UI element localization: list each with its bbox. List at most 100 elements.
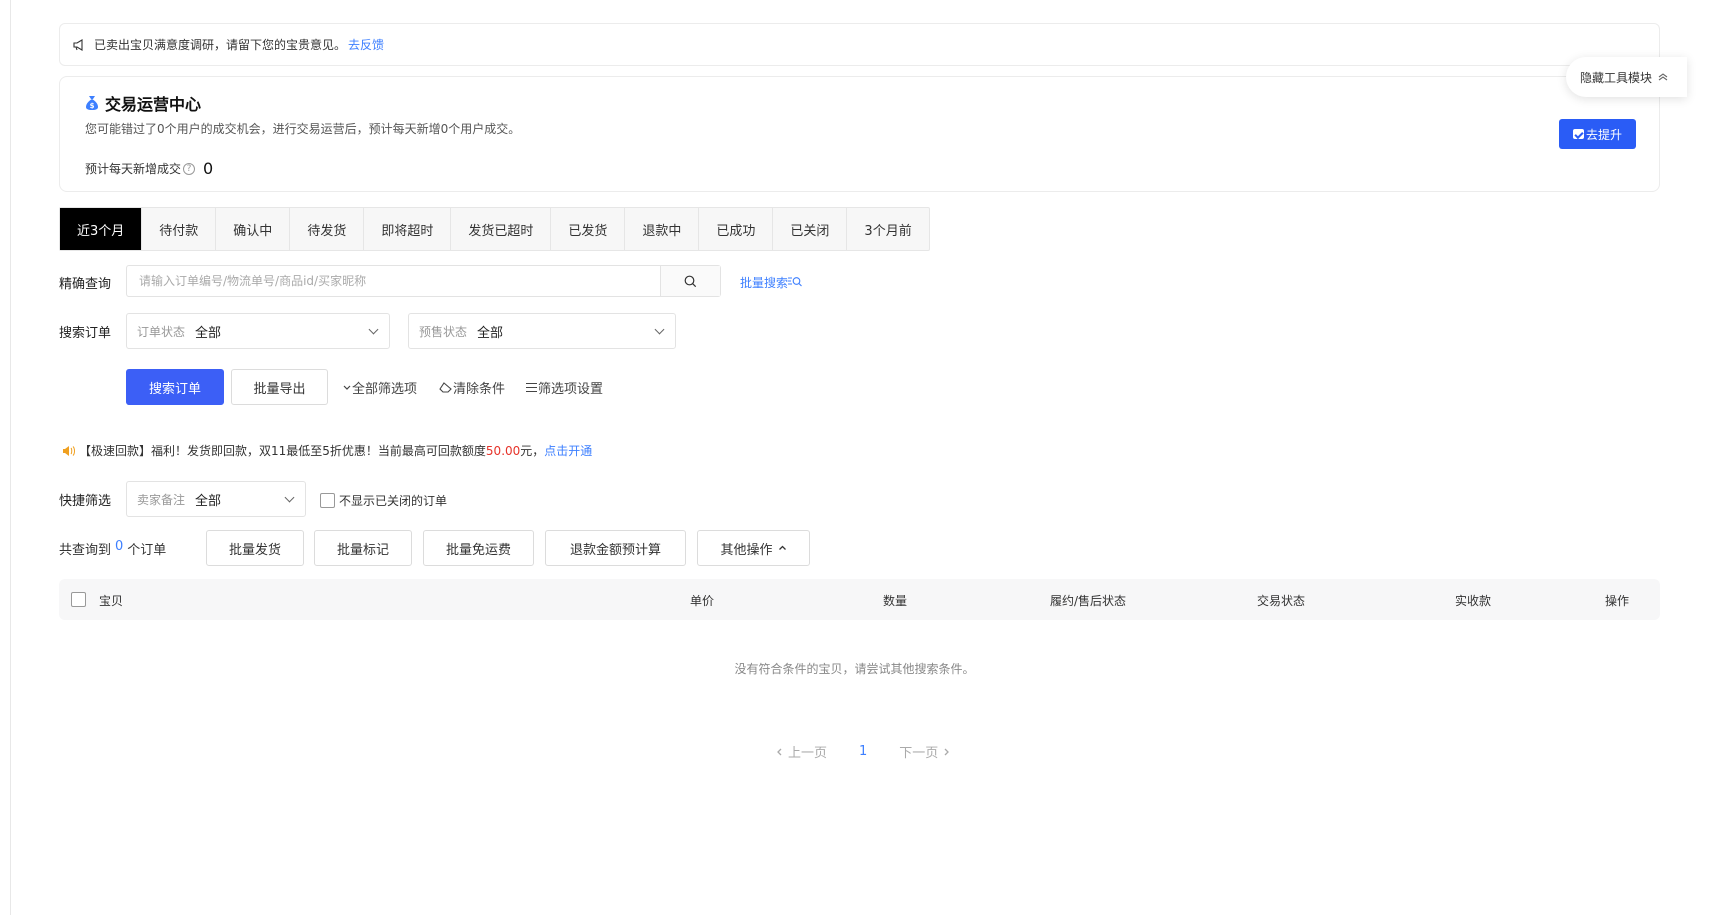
tab-pending-payment[interactable]: 待付款 xyxy=(142,208,217,250)
hide-tools-toggle[interactable]: 隐藏工具模块 xyxy=(1566,57,1687,97)
eraser-icon xyxy=(439,381,452,393)
order-table-header: 宝贝 单价 数量 履约/售后状态 交易状态 实收款 操作 xyxy=(59,579,1660,620)
pagination: 上一页 1 下一页 xyxy=(776,742,950,761)
chevron-down-icon xyxy=(654,324,665,334)
presale-status-prefix: 预售状态 xyxy=(419,324,468,339)
next-page-label: 下一页 xyxy=(899,746,939,761)
svg-text:$: $ xyxy=(90,102,95,110)
results-count-value: 0 xyxy=(115,539,124,554)
chevron-down-icon xyxy=(368,324,379,334)
hide-tools-chevron-up-icon xyxy=(1658,73,1668,81)
other-actions-button[interactable]: 其他操作 xyxy=(697,530,810,566)
search-button[interactable] xyxy=(660,266,720,296)
order-status-select[interactable]: 订单状态 全部 xyxy=(126,313,390,349)
ops-title: $ 交易运营中心 xyxy=(85,91,201,115)
trade-ops-center-card: $ 交易运营中心 您可能错过了0个用户的成交机会，进行交易运营后，预计每天新增0… xyxy=(59,76,1660,192)
improve-button[interactable]: 去提升 xyxy=(1559,119,1636,149)
chevron-left-icon xyxy=(777,748,782,755)
batch-search-icon xyxy=(788,277,802,287)
promo-amount: 50.00 xyxy=(485,443,521,458)
improve-button-label: 去提升 xyxy=(1585,127,1622,142)
results-prefix: 共查询到 xyxy=(59,543,112,558)
batch-search-label: 批量搜索 xyxy=(740,276,789,290)
hide-closed-label: 不显示已关闭的订单 xyxy=(339,494,448,508)
col-trade-status: 交易状态 xyxy=(1257,594,1306,608)
quick-filter-label: 快捷筛选 xyxy=(59,494,112,509)
results-count: 共查询到 0 个订单 xyxy=(59,539,166,558)
order-status-prefix: 订单状态 xyxy=(137,324,186,339)
tab-closed[interactable]: 已关闭 xyxy=(773,208,848,250)
col-unit-price: 单价 xyxy=(690,594,715,608)
promo-activate-link[interactable]: 点击开通 xyxy=(544,442,592,459)
prev-page-button[interactable]: 上一页 xyxy=(776,742,827,761)
money-bag-icon: $ xyxy=(86,96,98,110)
clear-conditions-label: 清除条件 xyxy=(453,382,506,397)
col-fulfillment-status: 履约/售后状态 xyxy=(1050,594,1127,608)
tab-about-to-timeout[interactable]: 即将超时 xyxy=(364,208,452,250)
filter-settings-button[interactable]: 筛选项设置 xyxy=(525,378,603,397)
speaker-icon xyxy=(63,445,75,456)
ops-metric: 预计每天新增成交 ? 0 xyxy=(85,159,213,178)
tab-recent-3-months[interactable]: 近3个月 xyxy=(60,208,143,250)
presale-status-value: 全部 xyxy=(477,325,504,341)
all-filters-label: 全部筛选项 xyxy=(352,382,418,397)
other-actions-label: 其他操作 xyxy=(720,542,773,558)
seller-note-select[interactable]: 卖家备注 全部 xyxy=(126,481,306,517)
select-all-checkbox[interactable] xyxy=(71,592,86,607)
megaphone-icon xyxy=(73,38,83,51)
search-icon xyxy=(684,275,697,287)
col-item: 宝贝 xyxy=(99,594,124,608)
chevron-right-icon xyxy=(944,748,950,755)
tab-older-than-3-months[interactable]: 3个月前 xyxy=(847,208,928,250)
promo-prefix: 【极速回款】福利！发货即回款，双11最低至5折优惠！当前最高可回款额度 xyxy=(79,444,486,458)
batch-free-shipping-button[interactable]: 批量免运费 xyxy=(423,530,534,566)
ops-metric-value: 0 xyxy=(203,159,214,178)
batch-export-button[interactable]: 批量导出 xyxy=(231,369,328,405)
order-status-tabs: 近3个月 待付款 确认中 待发货 即将超时 发货已超时 已发货 退款中 已成功 … xyxy=(59,207,930,251)
promo-suffix: 元， xyxy=(520,444,545,458)
hide-tools-label: 隐藏工具模块 xyxy=(1580,70,1653,85)
col-actions: 操作 xyxy=(1605,594,1630,608)
batch-ship-button[interactable]: 批量发货 xyxy=(206,530,304,566)
ops-description: 您可能错过了0个用户的成交机会，进行交易运营后，预计每天新增0个用户成交。 xyxy=(85,122,521,136)
survey-feedback-link[interactable]: 去反馈 xyxy=(348,36,384,53)
tab-confirming[interactable]: 确认中 xyxy=(216,208,291,250)
tab-shipped[interactable]: 已发货 xyxy=(551,208,626,250)
col-quantity: 数量 xyxy=(883,594,908,608)
fast-payback-promo: 【极速回款】福利！发货即回款，双11最低至5折优惠！当前最高可回款额度 50.0… xyxy=(62,442,592,459)
exact-search-input[interactable] xyxy=(127,266,660,296)
trend-icon xyxy=(1572,129,1584,139)
survey-notice: 已卖出宝贝满意度调研，请留下您的宝贵意见。 去反馈 xyxy=(59,23,1660,66)
page-left-border xyxy=(10,0,11,915)
results-suffix: 个订单 xyxy=(127,543,167,558)
chevron-down-icon xyxy=(343,385,351,390)
hide-closed-checkbox[interactable] xyxy=(320,493,335,508)
seller-note-value: 全部 xyxy=(195,493,222,509)
hide-closed-orders-option[interactable]: 不显示已关闭的订单 xyxy=(320,492,447,509)
tab-refunding[interactable]: 退款中 xyxy=(625,208,700,250)
list-settings-icon xyxy=(526,382,537,393)
batch-search-link[interactable]: 批量搜索 xyxy=(740,274,802,291)
col-amount-received: 实收款 xyxy=(1455,594,1492,608)
search-orders-button[interactable]: 搜索订单 xyxy=(126,369,224,405)
clear-conditions-button[interactable]: 清除条件 xyxy=(439,378,505,397)
tab-succeeded[interactable]: 已成功 xyxy=(699,208,774,250)
help-circle-icon[interactable]: ? xyxy=(183,162,196,175)
chevron-down-icon xyxy=(284,492,295,502)
seller-note-prefix: 卖家备注 xyxy=(137,492,186,507)
exact-search-label: 精确查询 xyxy=(59,277,112,292)
prev-page-label: 上一页 xyxy=(788,746,828,761)
search-orders-label: 搜索订单 xyxy=(59,326,112,341)
exact-search-box xyxy=(126,265,721,297)
next-page-button[interactable]: 下一页 xyxy=(899,742,950,761)
all-filters-toggle[interactable]: 全部筛选项 xyxy=(342,378,417,397)
page-1[interactable]: 1 xyxy=(859,744,867,759)
tab-shipment-overdue[interactable]: 发货已超时 xyxy=(451,208,552,250)
tab-pending-shipment[interactable]: 待发货 xyxy=(290,208,365,250)
presale-status-select[interactable]: 预售状态 全部 xyxy=(408,313,676,349)
ops-title-text: 交易运营中心 xyxy=(105,95,202,114)
order-status-value: 全部 xyxy=(195,325,222,341)
filter-settings-label: 筛选项设置 xyxy=(538,382,604,397)
batch-mark-button[interactable]: 批量标记 xyxy=(314,530,412,566)
refund-precalc-button[interactable]: 退款金额预计算 xyxy=(545,530,686,566)
